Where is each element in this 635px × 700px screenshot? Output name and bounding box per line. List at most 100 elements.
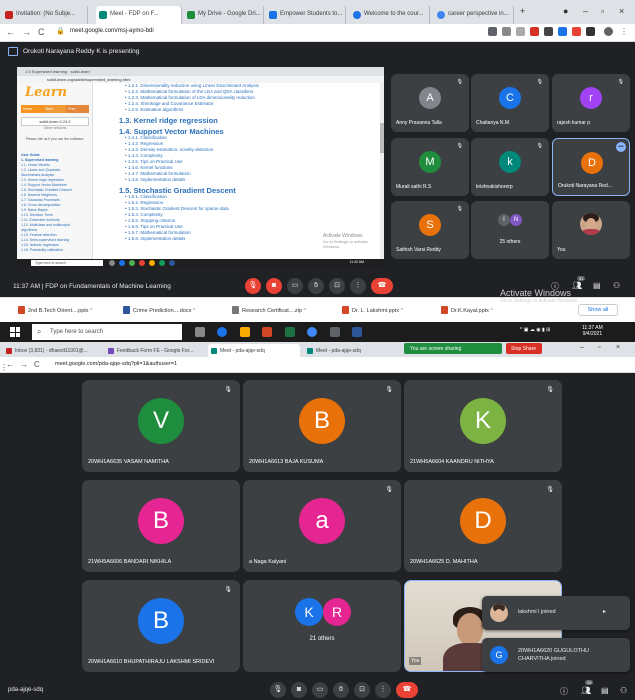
self-tile[interactable]: You (552, 201, 630, 259)
people-icon[interactable]: 👥︎ (581, 686, 591, 695)
star-icon[interactable] (516, 27, 525, 36)
leave-call-button[interactable]: ☎︎ (371, 278, 393, 294)
stop-share-button[interactable]: Stop Share (506, 343, 542, 354)
extension-w-icon[interactable] (558, 27, 567, 36)
avatar-icon[interactable] (604, 27, 613, 36)
tab-meet[interactable]: Meet - pda-ajqe-sdq (304, 344, 394, 357)
chat-icon[interactable]: ▤ (601, 686, 609, 695)
participant-tile[interactable]: 🎙︎ V 20WH1A6635 VASAM NAMITHA (82, 380, 240, 472)
present-button[interactable]: ⊡ (354, 682, 370, 698)
download-item[interactable]: 2nd B.Tech Orient....pptx ^ (18, 306, 93, 314)
join-notification[interactable]: G 20WH1A6620 GUGULOTHU CHARVITHA joined (482, 638, 630, 672)
participant-tile[interactable]: 🎙︎ B 20WH1A6613 BAJA KUSUMA (243, 380, 401, 472)
forward-icon[interactable]: → (20, 360, 28, 369)
participant-tile[interactable]: 🎙︎ r rajesh kumar p (552, 74, 630, 132)
minimize-icon[interactable]: – (580, 344, 584, 351)
taskbar-search-box[interactable]: ⌕ Type here to search (32, 324, 182, 340)
download-item[interactable]: Crime Prediction....docx ^ (123, 306, 196, 314)
tab-meet-fdp[interactable]: Meet - FDP on F... (96, 6, 182, 24)
raise-hand-button[interactable]: ✋︎ (333, 682, 349, 698)
minimize-icon[interactable]: – (583, 6, 588, 16)
more-options-icon[interactable]: ••• (616, 142, 626, 152)
tab-my-drive[interactable]: My Drive - Google Dri... (184, 6, 264, 24)
tab-inbox[interactable]: Inbox (3,831) - dhaexit11001@... (3, 344, 101, 357)
nav-home[interactable]: Home (21, 105, 44, 113)
nav-prev[interactable]: Prev (66, 105, 90, 113)
participant-tile[interactable]: 🎙︎ K 21WH5A6604 KAANDRU NITHYA (404, 380, 562, 472)
activities-icon[interactable]: ⚇ (620, 686, 627, 695)
more-options-button[interactable]: ⋮ (375, 682, 391, 698)
share-icon[interactable] (502, 27, 511, 36)
word-icon[interactable] (352, 327, 362, 337)
extension-red-icon[interactable] (572, 27, 581, 36)
maximize-icon[interactable]: ▫ (601, 6, 604, 16)
participant-tile[interactable]: 🎙︎ C Chaitanya N.M (471, 74, 549, 132)
participant-tile[interactable]: 🎙︎ D 20WH1A6625 D. MAHITHA (404, 480, 562, 572)
info-icon[interactable]: ⓘ (560, 686, 568, 697)
tab-invitation[interactable]: Invitation: (No Subje... (2, 6, 88, 24)
system-tray[interactable]: ^ ▣ ☁ ◉ ▮ ⊞ (520, 327, 570, 337)
mic-toggle-button[interactable]: 🎙︎ (270, 682, 286, 698)
back-icon[interactable]: ← (6, 360, 14, 369)
raise-hand-button[interactable]: ✋︎ (308, 278, 324, 294)
url-field[interactable]: meet.google.com/pda-ajqe-sdq?pli=1&authu… (55, 361, 177, 367)
profile-icon[interactable]: ● (563, 6, 568, 16)
windows-start-icon[interactable] (10, 327, 20, 337)
people-icon[interactable]: 👥︎ (572, 281, 582, 290)
captions-button[interactable]: ▭ (312, 682, 328, 698)
tab-career-perspective[interactable]: career perspective in... (434, 6, 514, 24)
activities-icon[interactable]: ⚇ (613, 281, 620, 290)
participant-tile-presenter[interactable]: ••• D Orukoti Narayana Red... (552, 138, 630, 196)
participant-tile[interactable]: 🎙︎ a a Naga Kalyani (243, 480, 401, 572)
tab-empower-students[interactable]: Empower Students to... (266, 6, 346, 24)
reload-icon[interactable]: C (34, 360, 40, 369)
powerpoint-icon[interactable] (262, 327, 272, 337)
present-button[interactable]: ⊡ (329, 278, 345, 294)
mic-toggle-button[interactable]: 🎙︎ (245, 278, 261, 294)
camera-icon[interactable] (488, 27, 497, 36)
doc-heading[interactable]: 1.3. Kernel ridge regression (103, 113, 378, 125)
leave-call-button[interactable]: ☎︎ (396, 682, 418, 698)
app-icon[interactable] (330, 327, 340, 337)
more-options-button[interactable]: ⋮ (350, 278, 366, 294)
nav-next[interactable]: Next (43, 105, 67, 113)
doc-heading[interactable]: 1.4. Support Vector Machines (103, 124, 378, 136)
doc-heading[interactable]: 1.5. Stochastic Gradient Descent (103, 183, 378, 195)
participant-tile[interactable]: 🎙︎ B 20WH1A6610 BHUPATHIRAJU LAKSHMI SRI… (82, 580, 240, 672)
toc-item[interactable]: 1.16. Probability calibration (21, 248, 91, 253)
show-all-button[interactable]: Show all (578, 304, 618, 316)
extension-z-icon[interactable] (544, 27, 553, 36)
extension-m-icon[interactable] (530, 27, 539, 36)
excel-icon[interactable] (285, 327, 295, 337)
download-item[interactable]: Dr.K.Kayal.pptx ^ (441, 306, 493, 314)
download-item[interactable]: Dr. L. Lakshmi.pptx ^ (342, 306, 403, 314)
download-item[interactable]: Research Certificat....zip ^ (232, 306, 306, 314)
close-icon[interactable]: × (619, 6, 624, 16)
close-icon[interactable]: × (616, 344, 620, 351)
chat-icon[interactable]: ▤ (593, 281, 601, 290)
camera-toggle-button[interactable]: ◙ (291, 682, 307, 698)
url-field[interactable]: meet.google.com/msj-aymo-bdi (70, 28, 154, 34)
participant-tile[interactable]: 🎙︎ k krishnakishorerp (471, 138, 549, 196)
new-tab-icon[interactable]: + (520, 6, 525, 16)
task-view-icon[interactable] (195, 327, 205, 337)
tab-welcome-course[interactable]: Welcome to the cour... (350, 6, 430, 24)
participant-tile[interactable]: B 21WH5A6606 BANDARI NIKHILA (82, 480, 240, 572)
edge-icon[interactable] (217, 327, 227, 337)
puzzle-icon[interactable] (586, 27, 595, 36)
join-notification[interactable]: lakshmi l joined ▸ (482, 596, 630, 630)
menu-icon[interactable]: ⋮ (620, 27, 629, 36)
captions-button[interactable]: ▭ (287, 278, 303, 294)
participant-tile[interactable]: 🎙︎ S Sathish Varsi Reddy (391, 201, 469, 259)
maximize-icon[interactable]: ▫ (598, 344, 600, 351)
reload-icon[interactable]: C (38, 27, 45, 37)
others-tile[interactable]: I N 25 others (471, 201, 549, 259)
explorer-icon[interactable] (240, 327, 250, 337)
others-tile[interactable]: K R 21 others (243, 580, 401, 672)
chrome-icon[interactable] (307, 327, 317, 337)
participant-tile[interactable]: 🎙︎ M Murali sathi R.S (391, 138, 469, 196)
participant-tile[interactable]: 🎙︎ A Anny Prasanna Talla (391, 74, 469, 132)
tab-meet-active[interactable]: Meet - pda-ajqe-sdq (208, 344, 300, 357)
camera-toggle-button[interactable]: ◙ (266, 278, 282, 294)
back-icon[interactable]: ← (6, 27, 15, 37)
